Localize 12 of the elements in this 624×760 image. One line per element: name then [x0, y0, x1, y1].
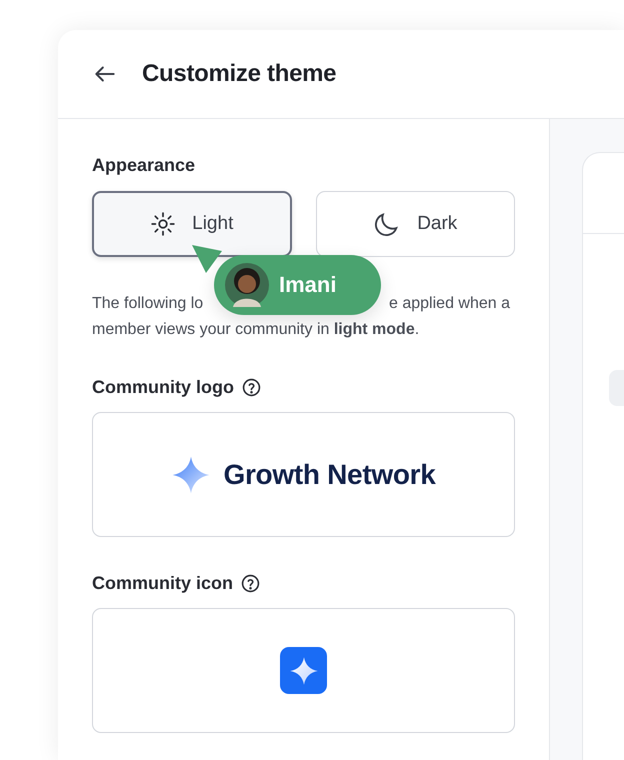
- page-title: Customize theme: [142, 60, 336, 88]
- appearance-option[interactable]: Dark: [316, 191, 515, 257]
- section-label: Appearance: [92, 155, 196, 176]
- description-text: member views your community in light mode.: [92, 320, 420, 340]
- section-label: Community icon: [92, 573, 234, 594]
- brand-name: Growth Network: [223, 458, 436, 490]
- description-text: The following lo: [92, 294, 204, 314]
- description-text: e applied when a: [389, 294, 510, 314]
- logo-upload-box[interactable]: Growth Network: [92, 412, 515, 537]
- collaborator-name: Imani: [279, 272, 336, 298]
- appearance-option[interactable]: Light: [92, 191, 292, 257]
- section-label: Community logo: [92, 377, 234, 398]
